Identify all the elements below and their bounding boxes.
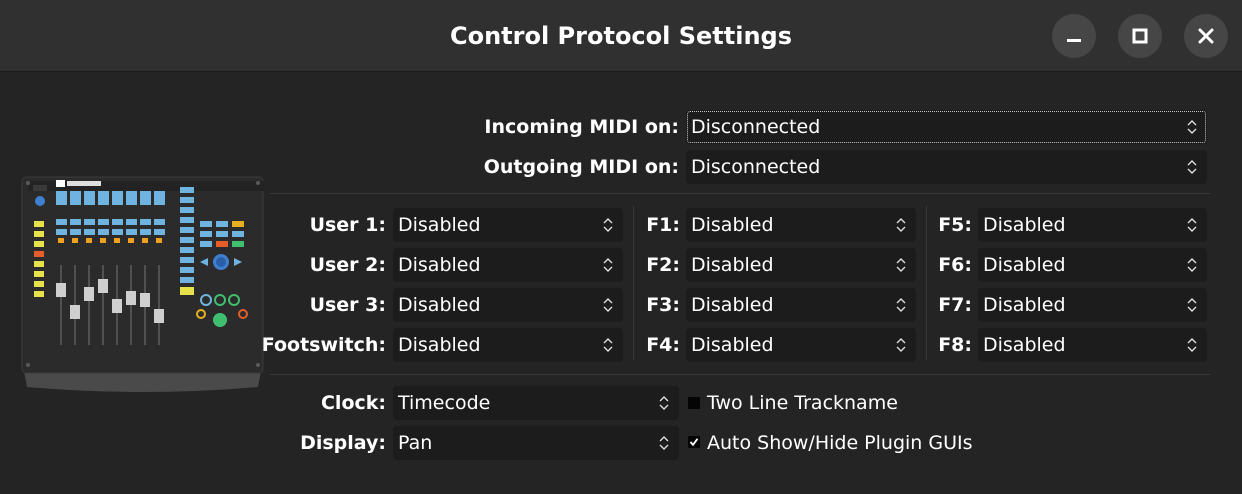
- user-2-label: User 2:: [309, 254, 386, 276]
- combo-arrows-icon: [1187, 338, 1197, 352]
- incoming-midi-select[interactable]: Disconnected: [686, 110, 1207, 144]
- f7-select[interactable]: Disabled: [978, 288, 1207, 322]
- f7-label: F7:: [938, 294, 972, 316]
- user-3-value: Disabled: [398, 294, 481, 316]
- incoming-midi-label: Incoming MIDI on:: [484, 116, 679, 138]
- combo-arrows-icon: [896, 298, 906, 312]
- combo-arrows-icon: [896, 338, 906, 352]
- f8-label: F8:: [938, 334, 972, 356]
- f6-select[interactable]: Disabled: [978, 248, 1207, 282]
- display-label: Display:: [300, 432, 386, 454]
- f5-value: Disabled: [983, 214, 1066, 236]
- combo-arrows-icon: [1187, 258, 1197, 272]
- footswitch-label: Footswitch:: [261, 334, 386, 356]
- f3-label: F3:: [646, 294, 680, 316]
- f8-select[interactable]: Disabled: [978, 328, 1207, 362]
- f7-value: Disabled: [983, 294, 1066, 316]
- clock-label: Clock:: [320, 392, 386, 414]
- combo-arrows-icon: [1187, 160, 1197, 174]
- combo-arrows-icon: [603, 298, 613, 312]
- title-bar: Control Protocol Settings: [0, 0, 1242, 72]
- combo-arrows-icon: [659, 436, 669, 450]
- maximize-button[interactable]: [1118, 14, 1162, 58]
- close-icon: [1198, 28, 1214, 44]
- checkmark-icon: [689, 438, 699, 447]
- outgoing-midi-select[interactable]: Disconnected: [686, 150, 1207, 184]
- display-select[interactable]: Pan: [393, 426, 679, 460]
- user-1-label: User 1:: [309, 214, 386, 236]
- clock-value: Timecode: [398, 392, 491, 414]
- two-line-trackname-checkbox[interactable]: [688, 397, 700, 409]
- f4-value: Disabled: [691, 334, 774, 356]
- f3-value: Disabled: [691, 294, 774, 316]
- user-3-select[interactable]: Disabled: [393, 288, 623, 322]
- f6-label: F6:: [938, 254, 972, 276]
- user-1-select[interactable]: Disabled: [393, 208, 623, 242]
- footswitch-select[interactable]: Disabled: [393, 328, 623, 362]
- f1-select[interactable]: Disabled: [686, 208, 916, 242]
- f4-label: F4:: [646, 334, 680, 356]
- f3-select[interactable]: Disabled: [686, 288, 916, 322]
- f5-select[interactable]: Disabled: [978, 208, 1207, 242]
- f2-value: Disabled: [691, 254, 774, 276]
- combo-arrows-icon: [603, 218, 613, 232]
- footswitch-value: Disabled: [398, 334, 481, 356]
- display-value: Pan: [398, 432, 433, 454]
- f8-value: Disabled: [983, 334, 1066, 356]
- combo-arrows-icon: [1187, 218, 1197, 232]
- maximize-icon: [1132, 28, 1148, 44]
- f1-value: Disabled: [691, 214, 774, 236]
- f6-value: Disabled: [983, 254, 1066, 276]
- separator: [270, 193, 1210, 194]
- two-line-trackname-label[interactable]: Two Line Trackname: [707, 386, 898, 420]
- combo-arrows-icon: [603, 258, 613, 272]
- user-2-select[interactable]: Disabled: [393, 248, 623, 282]
- combo-arrows-icon: [896, 258, 906, 272]
- clock-select[interactable]: Timecode: [393, 386, 679, 420]
- combo-arrows-icon: [896, 218, 906, 232]
- faderport-device-image: [21, 176, 264, 392]
- f2-label: F2:: [646, 254, 680, 276]
- incoming-midi-value: Disconnected: [691, 116, 821, 138]
- combo-arrows-icon: [1187, 298, 1197, 312]
- user-3-label: User 3:: [309, 294, 386, 316]
- user-2-value: Disabled: [398, 254, 481, 276]
- auto-show-plugin-gui-checkbox[interactable]: [688, 436, 700, 448]
- outgoing-midi-label: Outgoing MIDI on:: [483, 156, 679, 178]
- f5-label: F5:: [938, 214, 972, 236]
- auto-show-plugin-gui-label[interactable]: Auto Show/Hide Plugin GUIs: [707, 426, 973, 460]
- presonus-logo-icon: [56, 180, 101, 187]
- separator: [926, 206, 927, 360]
- combo-arrows-icon: [603, 338, 613, 352]
- separator: [270, 374, 1210, 375]
- f2-select[interactable]: Disabled: [686, 248, 916, 282]
- f4-select[interactable]: Disabled: [686, 328, 916, 362]
- combo-arrows-icon: [1187, 120, 1197, 134]
- minimize-icon: [1067, 39, 1081, 42]
- minimize-button[interactable]: [1052, 14, 1096, 58]
- user-1-value: Disabled: [398, 214, 481, 236]
- combo-arrows-icon: [659, 396, 669, 410]
- outgoing-midi-value: Disconnected: [691, 156, 821, 178]
- close-button[interactable]: [1184, 14, 1228, 58]
- separator: [633, 206, 634, 360]
- f1-label: F1:: [646, 214, 680, 236]
